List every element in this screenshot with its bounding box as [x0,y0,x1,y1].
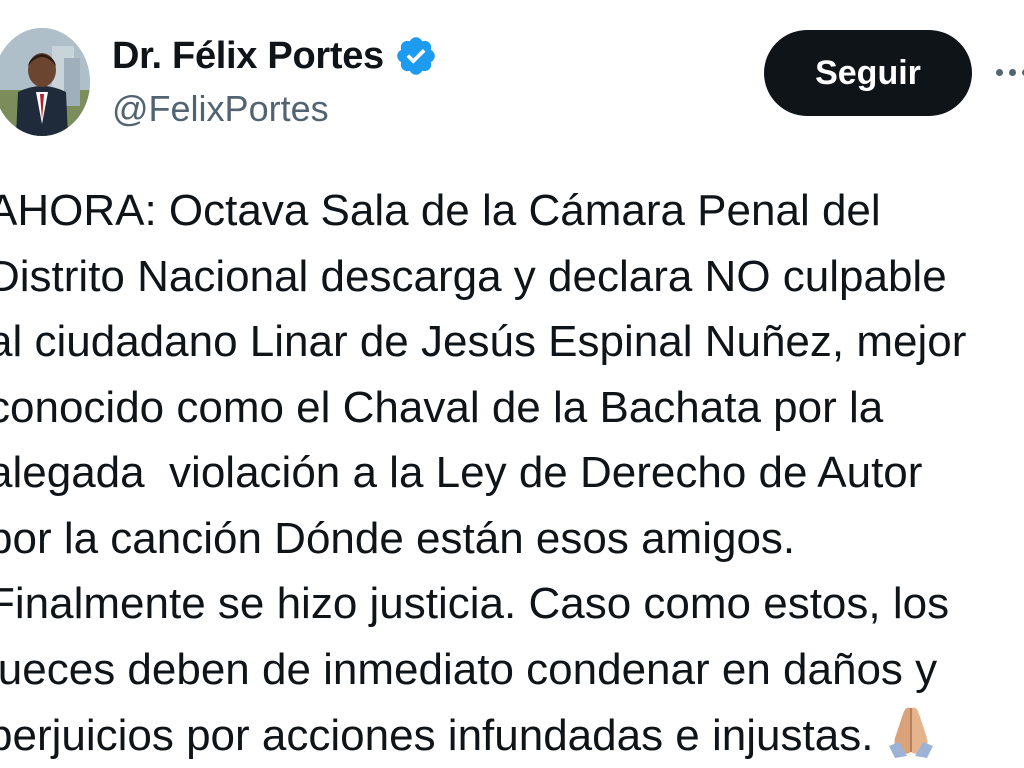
dot [1009,68,1016,76]
folded-hands-icon [889,707,934,758]
profile-photo-icon [0,28,90,136]
tweet-last-line: perjuicios por acciones infundadas e inj… [0,702,1024,768]
dot [996,68,1003,76]
tweet-card: Dr. Félix Portes @FelixPortes Seguir AHO… [0,0,1024,768]
tweet-line: perjuicios por acciones infundadas e inj… [0,711,874,760]
tweet-line: alegada violación a la Ley de Derecho de… [0,448,923,497]
tweet-text: AHORA: Octava Sala de la Cámara Penal de… [0,178,1024,768]
tweet-line: Finalmente se hizo justicia. Caso como e… [0,579,950,628]
tweet-line: conocido como el Chaval de la Bachata po… [0,382,884,432]
more-options-icon[interactable] [996,60,1024,84]
tweet-line: por la canción Dónde están esos amigos. [0,513,796,563]
tweet-line: al ciudadano Linar de Jesús Espinal Nuñe… [0,317,967,366]
author-display-name[interactable]: Dr. Félix Portes [112,35,384,78]
author-name-row: Dr. Félix Portes [112,32,438,80]
tweet-line: AHORA: Octava Sala de la Cámara Penal de… [0,186,881,235]
follow-button[interactable]: Seguir [764,30,972,116]
tweet-line: jueces deben de inmediato condenar en da… [0,644,938,694]
author-handle[interactable]: @FelixPortes [112,88,329,130]
verified-badge-icon [397,37,435,75]
tweet-line: Distrito Nacional descarga y declara NO … [0,251,947,301]
avatar[interactable] [0,28,90,136]
